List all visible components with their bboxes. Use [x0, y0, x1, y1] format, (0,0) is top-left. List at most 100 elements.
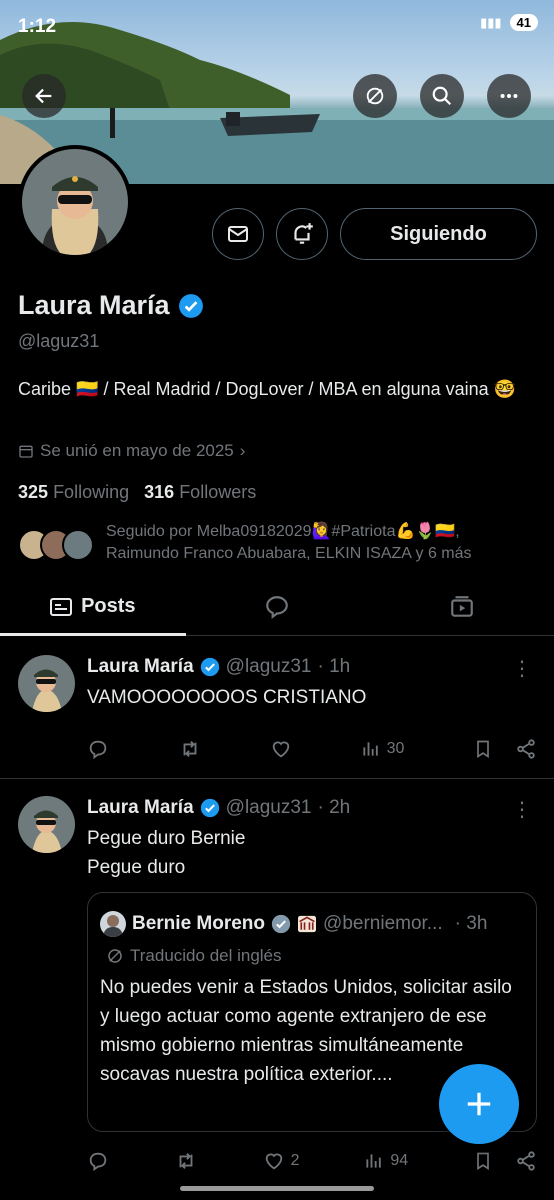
joined-text: Se unió en mayo de 2025	[40, 441, 234, 460]
profile-avatar[interactable]	[18, 145, 132, 259]
reply-button[interactable]	[87, 738, 109, 760]
tweet-author-name[interactable]: Laura María	[87, 656, 194, 678]
retweet-button[interactable]	[174, 1150, 198, 1172]
followers-label[interactable]: Followers	[179, 482, 256, 502]
hide-button[interactable]	[353, 74, 397, 118]
bookmark-icon[interactable]	[473, 1150, 493, 1172]
tweet-more-icon[interactable]: ⋮	[512, 656, 532, 681]
status-time: 1:12	[18, 16, 57, 37]
bell-plus-icon	[294, 223, 313, 244]
plus-icon	[467, 1092, 491, 1116]
avatar	[100, 911, 126, 937]
views-icon	[363, 742, 378, 756]
tweet-time: · 2h	[317, 797, 351, 818]
quote-author-handle: @berniemor...	[323, 913, 443, 934]
verified-badge-icon	[200, 798, 219, 818]
tweet-actions: 30	[87, 738, 537, 760]
reply-button[interactable]	[87, 1150, 109, 1172]
following-label[interactable]: Following	[53, 482, 129, 502]
heart-icon	[265, 1153, 282, 1170]
reply-icon	[89, 740, 107, 760]
followed-by-text: Seguido por Melba09182029🙋‍♀️#Patriota💪🌷…	[106, 523, 472, 562]
followed-by[interactable]: Seguido por Melba09182029🙋‍♀️#Patriota💪🌷…	[18, 521, 536, 565]
tweet-header: Laura María @laguz31 · 2h	[87, 797, 350, 819]
back-button[interactable]	[22, 74, 66, 118]
signal-icon: ▮▮▮	[480, 14, 502, 30]
tab-posts-label: Posts	[81, 595, 136, 617]
eye-off-icon	[366, 87, 384, 105]
battery-icon: 41	[509, 14, 538, 31]
tweet-header: Laura María @laguz31 · 1h	[87, 656, 350, 678]
like-button[interactable]	[270, 738, 292, 760]
views-button[interactable]: 30	[361, 739, 405, 759]
share-icon[interactable]	[515, 1150, 537, 1172]
status-icons: ▮▮▮ 41	[480, 14, 538, 31]
tweet-actions: 2 94	[87, 1150, 537, 1172]
reply-icon	[89, 1152, 107, 1172]
followers-count[interactable]: 316	[144, 482, 174, 502]
tweet-text-line: Pegue duro Bernie	[87, 828, 246, 849]
views-icon	[366, 1154, 382, 1168]
notifications-button[interactable]	[276, 208, 328, 260]
posts-icon	[50, 597, 73, 616]
tweet-author-handle: @laguz31	[225, 797, 312, 818]
tab-posts[interactable]: Posts	[0, 578, 186, 636]
views-count: 30	[386, 740, 405, 757]
mail-icon	[228, 226, 248, 242]
views-count: 94	[390, 1152, 409, 1169]
avatar	[62, 529, 94, 561]
arrow-left-icon	[35, 88, 52, 104]
profile-bio: Caribe 🇨🇴 / Real Madrid / DogLover / MBA…	[18, 379, 517, 399]
tweet-text-line: Pegue duro	[87, 857, 186, 878]
verified-badge-icon	[200, 657, 219, 677]
verified-badge-icon	[271, 914, 291, 934]
tweet-text: VAMOOOOOOOOS CRISTIANO	[87, 687, 367, 708]
more-icon	[500, 93, 518, 99]
translated-text: Traducido del inglés	[130, 946, 282, 965]
profile-tabs: Posts	[0, 578, 554, 636]
like-button[interactable]: 2	[263, 1150, 300, 1172]
tweet-avatar[interactable]	[18, 796, 75, 853]
home-indicator[interactable]	[180, 1186, 374, 1191]
following-count[interactable]: 325	[18, 482, 48, 502]
retweet-icon	[183, 741, 196, 757]
tweet-avatar[interactable]	[18, 655, 75, 712]
tweet-time: · 1h	[317, 656, 351, 677]
retweet-icon	[179, 1153, 193, 1169]
tab-replies[interactable]	[185, 578, 370, 635]
message-button[interactable]	[212, 208, 264, 260]
joined-date[interactable]: Se unió en mayo de 2025 ›	[18, 441, 245, 461]
divider	[0, 778, 554, 779]
following-button[interactable]: Siguiendo	[340, 208, 537, 260]
views-button[interactable]: 94	[364, 1151, 408, 1171]
verified-badge-icon	[178, 293, 203, 318]
quote-header: Bernie Moreno @berniemor... · 3h	[100, 911, 487, 937]
search-icon	[432, 86, 452, 106]
share-icon[interactable]	[515, 738, 537, 760]
profile-name: Laura María	[18, 290, 204, 321]
translated-label[interactable]: Traducido del inglés	[106, 946, 282, 966]
tweet-author-name[interactable]: Laura María	[87, 797, 194, 819]
calendar-icon	[19, 445, 33, 458]
search-button[interactable]	[420, 74, 464, 118]
retweet-button[interactable]	[178, 738, 202, 760]
tab-media[interactable]	[369, 578, 554, 635]
bookmark-icon[interactable]	[473, 738, 493, 760]
quote-time: · 3h	[454, 913, 488, 934]
follow-counts: 325 Following 316 Followers	[18, 482, 256, 503]
senate-badge-icon	[298, 915, 317, 933]
compose-button[interactable]	[439, 1064, 519, 1144]
tweet-text: Pegue duro Bernie Pegue duro	[87, 824, 245, 882]
tweet-more-icon[interactable]: ⋮	[512, 797, 532, 822]
profile-name-text: Laura María	[18, 290, 170, 320]
followed-by-avatars	[18, 529, 94, 561]
more-options-button[interactable]	[487, 74, 531, 118]
heart-icon	[272, 741, 290, 758]
replies-icon	[266, 595, 288, 619]
media-icon	[450, 595, 473, 617]
profile-handle: @laguz31	[18, 331, 100, 351]
status-bar: 1:12 ▮▮▮ 41	[0, 0, 554, 52]
quote-author-name: Bernie Moreno	[132, 913, 266, 934]
tweet-author-handle: @laguz31	[225, 656, 312, 677]
likes-count: 2	[290, 1152, 300, 1169]
